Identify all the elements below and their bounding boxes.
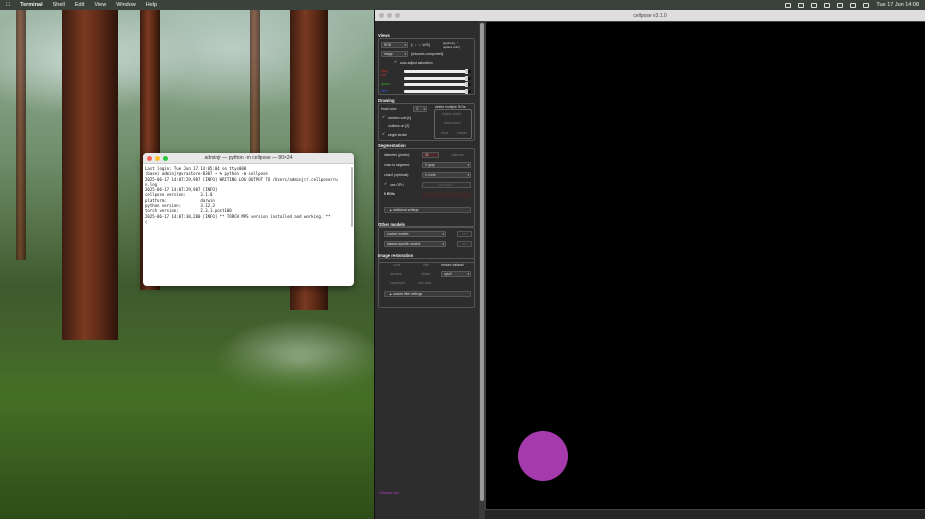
cellpose-window[interactable]: cellpose v3.1.0 Views RGB ▾ [↑ ↓ ↑ ↓ W/S]… — [374, 10, 925, 519]
gray-slider[interactable] — [404, 69, 471, 74]
color-hint: [chooses component] — [411, 52, 444, 56]
forest-floor — [0, 349, 375, 519]
restore-dataset-label: restore dataset — [441, 263, 464, 267]
auto-adjust-checkbox[interactable]: ✓ — [394, 60, 398, 64]
delete-rois-box: region select click select done cancel — [434, 109, 472, 139]
terminal-window[interactable]: adminjr — python -m cellpose — 80×24 Las… — [143, 153, 354, 286]
app-menu[interactable]: Terminal — [20, 2, 43, 8]
menu-bar:  Terminal Shell Edit View Window Help T… — [0, 0, 925, 10]
apple-icon[interactable]:  — [6, 2, 10, 8]
dataset-models-combo[interactable]: dataset-specific models ▾ — [384, 241, 446, 247]
color-combo[interactable]: image ▾ — [381, 51, 408, 57]
shortcut-hint: [pgdn/up] - '', replace color] — [443, 41, 460, 49]
use-gpu-checkbox[interactable]: ✓ — [384, 182, 388, 186]
upsample-button[interactable]: upsample — [390, 281, 405, 285]
use-gpu-label: use GPU — [390, 183, 404, 187]
cellpose-title: cellpose v3.1.0 — [633, 12, 667, 19]
search-icon[interactable] — [850, 2, 857, 8]
brush-size-label: brush size — [381, 107, 397, 111]
menu-help[interactable]: Help — [146, 2, 157, 8]
roi-count: 0 ROIs — [384, 192, 395, 196]
dataset-run-button[interactable]: run — [457, 241, 472, 247]
diameter-input[interactable]: 30 — [422, 152, 439, 158]
status-icon[interactable] — [811, 2, 818, 8]
run-cyto3-button[interactable]: run cyto3 — [422, 182, 471, 188]
random-cols-label: random cols [k] — [388, 116, 411, 120]
restore-filter-button[interactable]: filter — [423, 263, 429, 267]
deblur-button[interactable]: deblur — [421, 272, 430, 276]
segmentation-group: diameter (pixels): 30 calibrate chan to … — [378, 148, 475, 227]
red-slider[interactable] — [404, 76, 471, 81]
tree-trunk — [16, 10, 26, 260]
tree-trunk — [62, 10, 118, 340]
cellpose-info-link[interactable]: Cellpose info — [379, 491, 399, 495]
single-stroke-label: single stroke — [388, 133, 408, 137]
wifi-icon[interactable] — [837, 2, 844, 8]
terminal-scrollbar[interactable] — [351, 167, 353, 227]
terminal-output[interactable]: Last login: Tue Jun 17 14:05:04 on ttys0… — [143, 164, 354, 226]
restore-none-button[interactable]: none — [393, 263, 401, 267]
brush-size-combo[interactable]: 3 ▾ — [413, 106, 427, 112]
control-center-icon[interactable] — [863, 2, 870, 8]
denoise-button[interactable]: denoise — [390, 272, 402, 276]
chan2-combo[interactable]: 0: none ▾ — [422, 172, 471, 178]
channel-label-green: green — [381, 82, 390, 86]
restore-model-combo[interactable]: cyto3 ▾ — [441, 271, 471, 277]
progress-bar — [422, 192, 471, 198]
views-group: RGB ▾ [↑ ↓ ↑ ↓ W/S] [pgdn/up] - '', repla… — [378, 38, 475, 95]
auto-adjust-label: auto-adjust saturation — [400, 61, 433, 65]
menu-window[interactable]: Window — [116, 2, 136, 8]
one-click-button[interactable]: one-click — [418, 281, 431, 285]
done-button[interactable]: done — [441, 131, 449, 135]
blue-slider[interactable] — [404, 89, 471, 94]
custom-run-button[interactable]: run — [457, 231, 472, 237]
menu-edit[interactable]: Edit — [75, 2, 84, 8]
cellpose-titlebar[interactable]: cellpose v3.1.0 — [375, 10, 925, 21]
splitter-handle[interactable] — [480, 23, 484, 501]
view-hint: [↑ ↓ ↑ ↓ W/S] — [411, 43, 430, 47]
cancel-button[interactable]: cancel — [457, 131, 467, 135]
menu-view[interactable]: View — [94, 2, 106, 8]
restoration-group: none filter restore dataset denoise debl… — [378, 258, 475, 308]
chan-segment-combo[interactable]: 0: gray ▾ — [422, 162, 471, 168]
diameter-label: diameter (pixels): — [384, 153, 411, 157]
image-viewer[interactable] — [485, 21, 925, 510]
terminal-title: adminjr — python -m cellpose — 80×24 — [204, 155, 293, 161]
battery-icon[interactable] — [824, 2, 831, 8]
view-combo[interactable]: RGB ▾ — [381, 42, 408, 48]
random-cols-checkbox[interactable]: ✓ — [382, 115, 386, 119]
green-slider[interactable] — [404, 82, 471, 87]
drawing-group: brush size 3 ▾ ✓ random cols [k] outlines… — [378, 103, 475, 141]
control-panel: Views RGB ▾ [↑ ↓ ↑ ↓ W/S] [pgdn/up] - '',… — [375, 21, 479, 519]
chan2-label: chan2 (optional): — [384, 173, 410, 177]
single-stroke-checkbox[interactable]: ✓ — [382, 132, 386, 136]
calibrate-button[interactable]: calibrate — [451, 153, 464, 157]
outlines-checkbox[interactable] — [382, 124, 386, 128]
chan-segment-label: chan to segment: — [384, 163, 411, 167]
status-icon[interactable] — [798, 2, 805, 8]
cell-mask[interactable] — [518, 431, 568, 481]
click-select-button[interactable]: click select — [444, 121, 460, 125]
menu-shell[interactable]: Shell — [53, 2, 65, 8]
outlines-label: outlines on [Z] — [388, 124, 410, 128]
menu-clock[interactable]: Tue 17 Jun 14:08 — [876, 2, 919, 8]
terminal-line: 2025-06-17 14:07:30,280 [INFO] ** TORCH … — [145, 213, 331, 219]
terminal-titlebar[interactable]: adminjr — python -m cellpose — 80×24 — [143, 153, 354, 164]
channel-label-red: red — [381, 73, 386, 77]
terminal-line: 2025-06-17 14:07:29,987 [INFO] WRITING L… — [145, 176, 338, 182]
channel-label-blue: blue — [381, 89, 388, 93]
custom-filter-button[interactable]: ▲ custom filter settings — [384, 291, 471, 297]
terminal-cursor: ▯ — [145, 218, 148, 224]
custom-models-combo[interactable]: custom models ▾ — [384, 231, 446, 237]
additional-settings-button[interactable]: ▲ additional settings — [384, 207, 471, 213]
region-select-button[interactable]: region select — [442, 112, 461, 116]
status-icon[interactable] — [785, 2, 792, 8]
